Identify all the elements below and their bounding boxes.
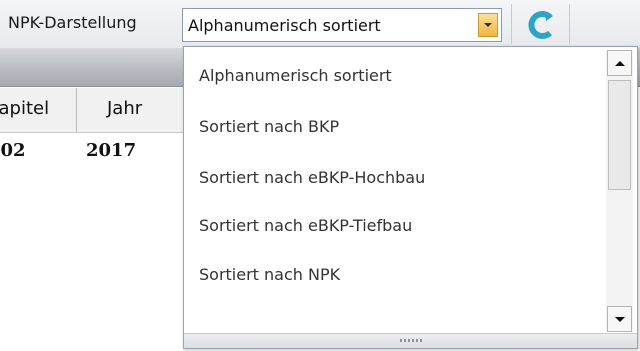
dropdown-option[interactable]: Sortiert nach eBKP-Hochbau <box>199 168 425 187</box>
grid-header: Kapitel Jahr <box>0 88 200 133</box>
dropdown-option[interactable]: Sortiert nach BKP <box>199 117 339 136</box>
scroll-down-button[interactable] <box>607 306 632 332</box>
grip-dots-icon <box>400 339 422 342</box>
combo-selected-value: Alphanumerisch sortiert <box>188 16 381 35</box>
npk-darstellung-combobox[interactable]: Alphanumerisch sortiert <box>182 8 502 42</box>
toolbar-separator <box>569 4 570 44</box>
cell-kapitel[interactable]: 102 <box>0 140 26 161</box>
scrollbar-thumb[interactable] <box>608 80 631 190</box>
dropdown-option[interactable]: Sortiert nach eBKP-Tiefbau <box>199 216 412 235</box>
arrow-down-icon <box>615 317 625 322</box>
cell-jahr[interactable]: 2017 <box>86 140 136 161</box>
npk-dropdown-list[interactable]: Alphanumerisch sortiert Sortiert nach BK… <box>183 46 638 349</box>
refresh-button[interactable] <box>519 6 563 44</box>
dropdown-option[interactable]: Alphanumerisch sortiert <box>199 66 392 85</box>
toolbar: NPK-Darstellung Alphanumerisch sortiert <box>0 0 640 48</box>
npk-darstellung-label: NPK-Darstellung <box>8 13 137 32</box>
toolbar-separator <box>511 4 512 44</box>
column-header-jahr[interactable]: Jahr <box>107 98 142 119</box>
dropdown-option[interactable]: Sortiert nach NPK <box>199 265 340 284</box>
arrow-up-icon <box>615 61 625 66</box>
dropdown-scrollbar[interactable] <box>606 50 633 332</box>
column-header-kapitel[interactable]: Kapitel <box>0 98 49 119</box>
dropdown-resize-grip[interactable] <box>184 333 637 348</box>
chevron-down-icon <box>484 23 492 27</box>
column-divider[interactable] <box>76 88 77 132</box>
refresh-icon <box>528 11 553 39</box>
scroll-up-button[interactable] <box>607 50 632 76</box>
combo-dropdown-button[interactable] <box>478 13 498 37</box>
